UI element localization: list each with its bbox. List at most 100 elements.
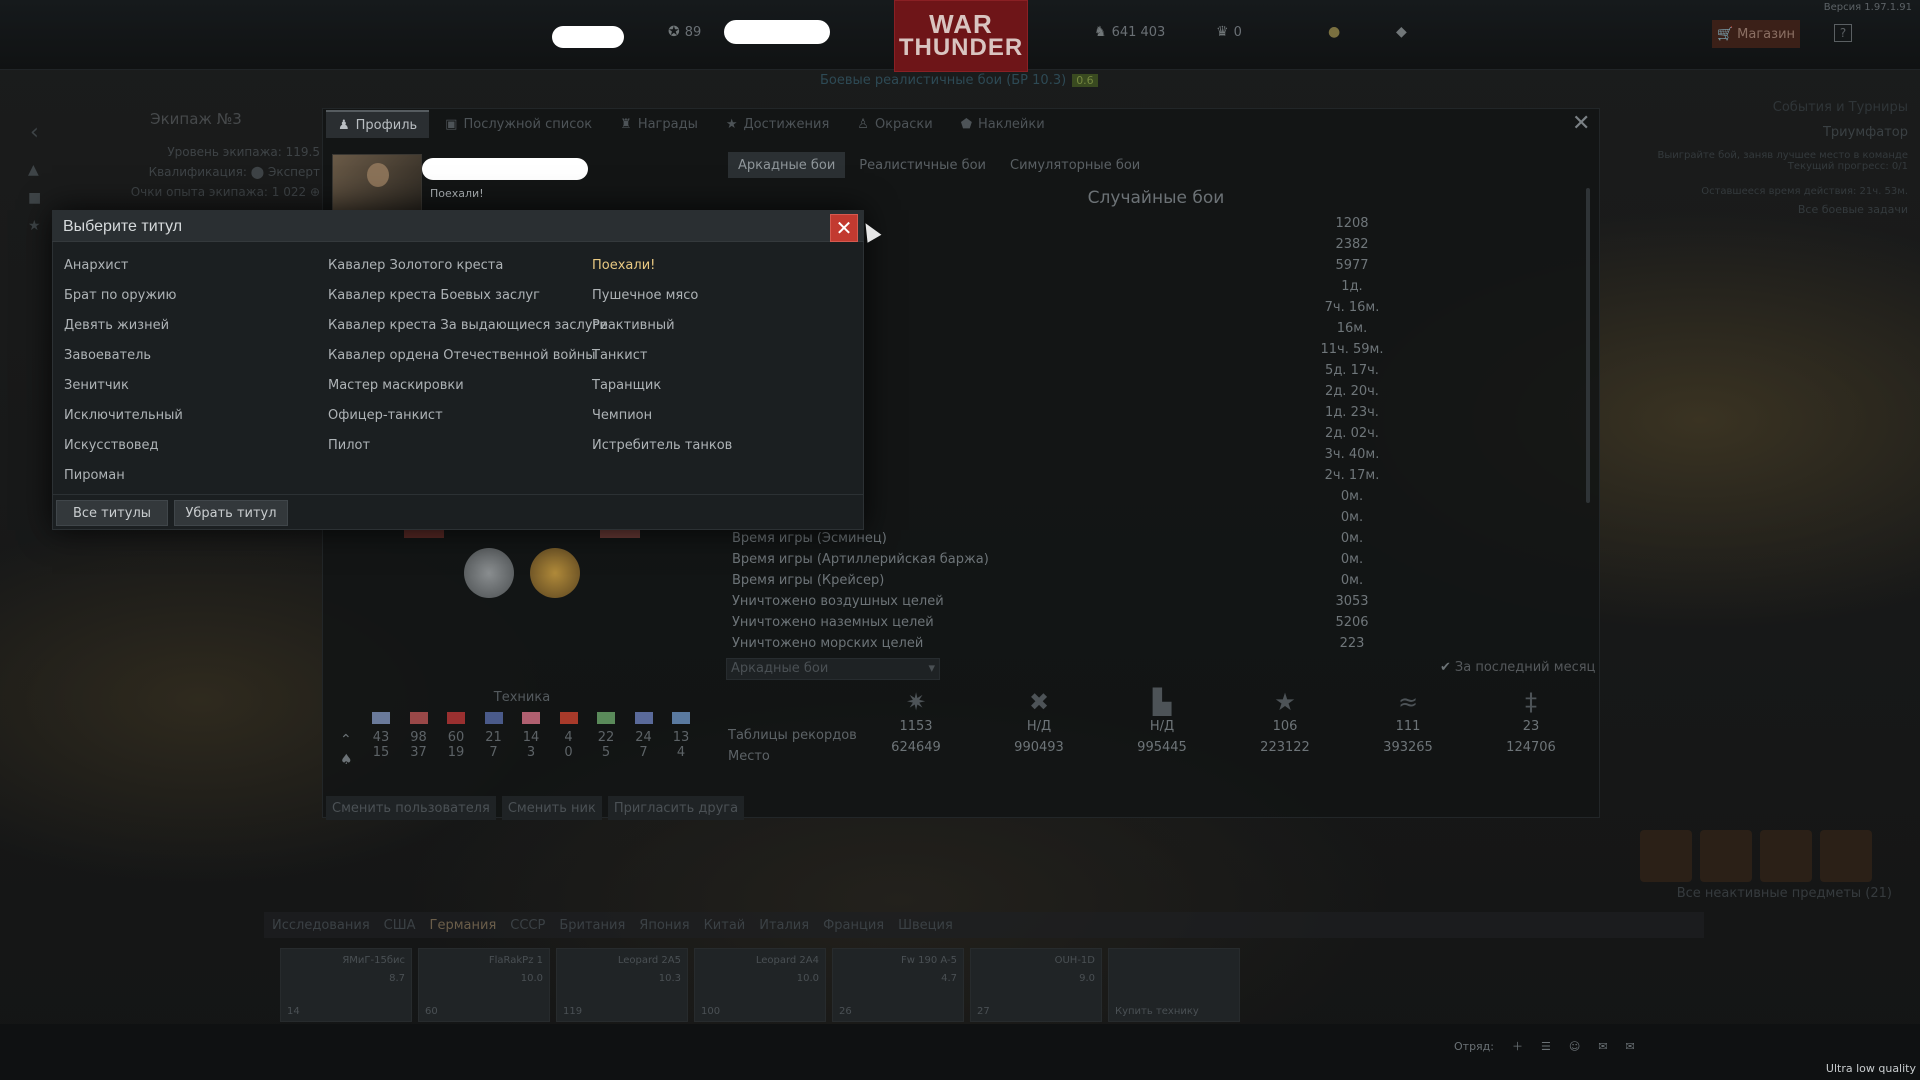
- remove-title-button[interactable]: Убрать титул: [174, 500, 288, 526]
- checkmark-icon: ✔: [1440, 660, 1451, 675]
- vehicle-slot[interactable]: Leopard 2A5 10.3 119: [556, 948, 688, 1022]
- last-month-checkbox[interactable]: ✔ За последний месяц: [1440, 660, 1595, 675]
- nation-tab[interactable]: Франция: [823, 918, 884, 933]
- vehicle-count: 14: [522, 730, 540, 745]
- title-option[interactable]: Кавалер Золотого креста: [328, 256, 503, 276]
- current-title[interactable]: Поехали!: [430, 187, 484, 200]
- tab-arcade[interactable]: Аркадные бои: [728, 152, 846, 178]
- title-option[interactable]: Чемпион: [592, 406, 652, 426]
- item-slot[interactable]: [1820, 830, 1872, 882]
- stats-row: Уничтожено воздушных целей 3053: [732, 594, 1392, 614]
- title-option[interactable]: Пироман: [64, 466, 125, 486]
- tab-profile[interactable]: ♟ Профиль: [326, 110, 430, 138]
- close-profile-button[interactable]: ✕: [1572, 113, 1590, 135]
- friends-icon[interactable]: ☺: [1569, 1040, 1580, 1053]
- invite-friend-button[interactable]: Пригласить друга: [607, 796, 745, 820]
- tab-awards[interactable]: ♜ Награды: [608, 110, 710, 138]
- item-slot[interactable]: [1640, 830, 1692, 882]
- nation-column[interactable]: 43 15: [366, 712, 396, 760]
- nation-tab[interactable]: Исследования: [272, 918, 370, 933]
- item-slot[interactable]: [1700, 830, 1752, 882]
- nation-column[interactable]: 13 4: [666, 712, 696, 760]
- title-option[interactable]: Анархист: [64, 256, 128, 276]
- title-option[interactable]: Кавалер креста За выдающиеся заслуги: [328, 316, 608, 336]
- inactive-items-link[interactable]: Все неактивные предметы (21): [1677, 886, 1892, 901]
- hint-bulb[interactable]: ●: [1328, 24, 1340, 40]
- nation-column[interactable]: 14 3: [516, 712, 546, 760]
- change-nick-button[interactable]: Сменить ник: [501, 796, 602, 820]
- title-option[interactable]: Мастер маскировки: [328, 376, 464, 396]
- title-option[interactable]: Пушечное мясо: [592, 286, 698, 306]
- title-option[interactable]: Истребитель танков: [592, 436, 732, 456]
- medal-silver[interactable]: [464, 548, 514, 598]
- title-option[interactable]: Завоеватель: [64, 346, 151, 366]
- star-icon[interactable]: ★: [28, 212, 41, 240]
- event-item[interactable]: Триумфатор: [1578, 125, 1908, 140]
- list-icon[interactable]: ☰: [1541, 1040, 1551, 1053]
- tab-decals[interactable]: ⬟ Наклейки: [949, 110, 1057, 138]
- title-option[interactable]: Кавалер креста Боевых заслуг: [328, 286, 540, 306]
- change-user-button[interactable]: Сменить пользователя: [326, 796, 496, 820]
- title-option[interactable]: Пилот: [328, 436, 370, 456]
- tab-simulator[interactable]: Симуляторные бои: [1000, 152, 1150, 178]
- war-thunder-logo[interactable]: WAR THUNDER: [894, 0, 1028, 72]
- title-option[interactable]: Брат по оружию: [64, 286, 176, 306]
- plus-icon[interactable]: ＋: [1512, 1038, 1523, 1054]
- title-option[interactable]: Таранщик: [592, 376, 661, 396]
- events-title[interactable]: События и Турниры: [1578, 100, 1908, 115]
- player-level[interactable]: ✪ 89: [668, 24, 701, 40]
- game-mode-label[interactable]: Боевые реалистичные бои (БР 10.3) 0.6: [820, 73, 1098, 88]
- title-option[interactable]: Зенитчик: [64, 376, 129, 396]
- nation-tab[interactable]: Китай: [704, 918, 746, 933]
- title-option[interactable]: Кавалер ордена Отечественной войны: [328, 346, 596, 366]
- vehicle-slot[interactable]: ЯМиГ-15бис 8.7 14: [280, 948, 412, 1022]
- title-option[interactable]: Искусствовед: [64, 436, 159, 456]
- vehicle-count: 27: [977, 1006, 990, 1017]
- nation-column[interactable]: 22 5: [591, 712, 621, 760]
- title-option[interactable]: Поехали!: [592, 256, 655, 276]
- vehicle-slot[interactable]: OUH-1D 9.0 27: [970, 948, 1102, 1022]
- nation-tab[interactable]: США: [384, 918, 416, 933]
- inactive-items: [1640, 830, 1872, 882]
- vehicle-slot[interactable]: Купить технику: [1108, 948, 1240, 1022]
- shop-button[interactable]: 🛒 Магазин: [1712, 20, 1800, 48]
- nation-tab[interactable]: Япония: [639, 918, 689, 933]
- records-mode-dropdown[interactable]: Аркадные бои ▾: [726, 658, 940, 680]
- title-option[interactable]: Офицер-танкист: [328, 406, 443, 426]
- avatar[interactable]: [332, 154, 422, 212]
- tab-service-record[interactable]: ▣ Послужной список: [433, 110, 604, 138]
- tab-skins[interactable]: ♙ Окраски: [845, 110, 944, 138]
- mail-icon[interactable]: ✉: [1626, 1040, 1635, 1053]
- nation-column[interactable]: 21 7: [479, 712, 509, 760]
- stats-scrollbar[interactable]: [1586, 188, 1590, 503]
- golden-eagles[interactable]: ♛ 0: [1216, 24, 1242, 40]
- warbond-button[interactable]: ◆: [1396, 24, 1407, 40]
- medal-gold[interactable]: [530, 548, 580, 598]
- stats-value: 0м.: [1340, 573, 1364, 588]
- nation-tab[interactable]: Британия: [559, 918, 625, 933]
- all-tasks-link[interactable]: Все боевые задачи: [1578, 203, 1908, 216]
- title-option[interactable]: Реактивный: [592, 316, 675, 336]
- vehicle-slot[interactable]: Fw 190 A-5 4.7 26: [832, 948, 964, 1022]
- title-option[interactable]: Девять жизней: [64, 316, 169, 336]
- all-titles-button[interactable]: Все титулы: [56, 500, 168, 526]
- vehicle-slot[interactable]: FlaRakPz 1 10.0 60: [418, 948, 550, 1022]
- item-slot[interactable]: [1760, 830, 1812, 882]
- nation-column[interactable]: 98 37: [404, 712, 434, 760]
- vehicle-slot[interactable]: Leopard 2A4 10.0 100: [694, 948, 826, 1022]
- title-option[interactable]: Танкист: [592, 346, 647, 366]
- chat-icon[interactable]: ✉: [1598, 1040, 1607, 1053]
- tab-achievements[interactable]: ★ Достижения: [714, 110, 841, 138]
- nation-tab[interactable]: Италия: [759, 918, 809, 933]
- nation-tab[interactable]: Швеция: [898, 918, 953, 933]
- nation-tab[interactable]: Германия: [430, 918, 497, 933]
- nation-column[interactable]: 24 7: [629, 712, 659, 760]
- tab-realistic[interactable]: Реалистичные бои: [849, 152, 996, 178]
- nation-column[interactable]: 40: [554, 712, 584, 760]
- silver-lions[interactable]: ♞ 641 403: [1094, 24, 1165, 40]
- help-button[interactable]: ?: [1834, 24, 1852, 42]
- nation-tab[interactable]: СССР: [510, 918, 545, 933]
- nation-column[interactable]: 60 19: [441, 712, 471, 760]
- close-dialog-button[interactable]: ✕: [830, 214, 858, 242]
- title-option[interactable]: Исключительный: [64, 406, 183, 426]
